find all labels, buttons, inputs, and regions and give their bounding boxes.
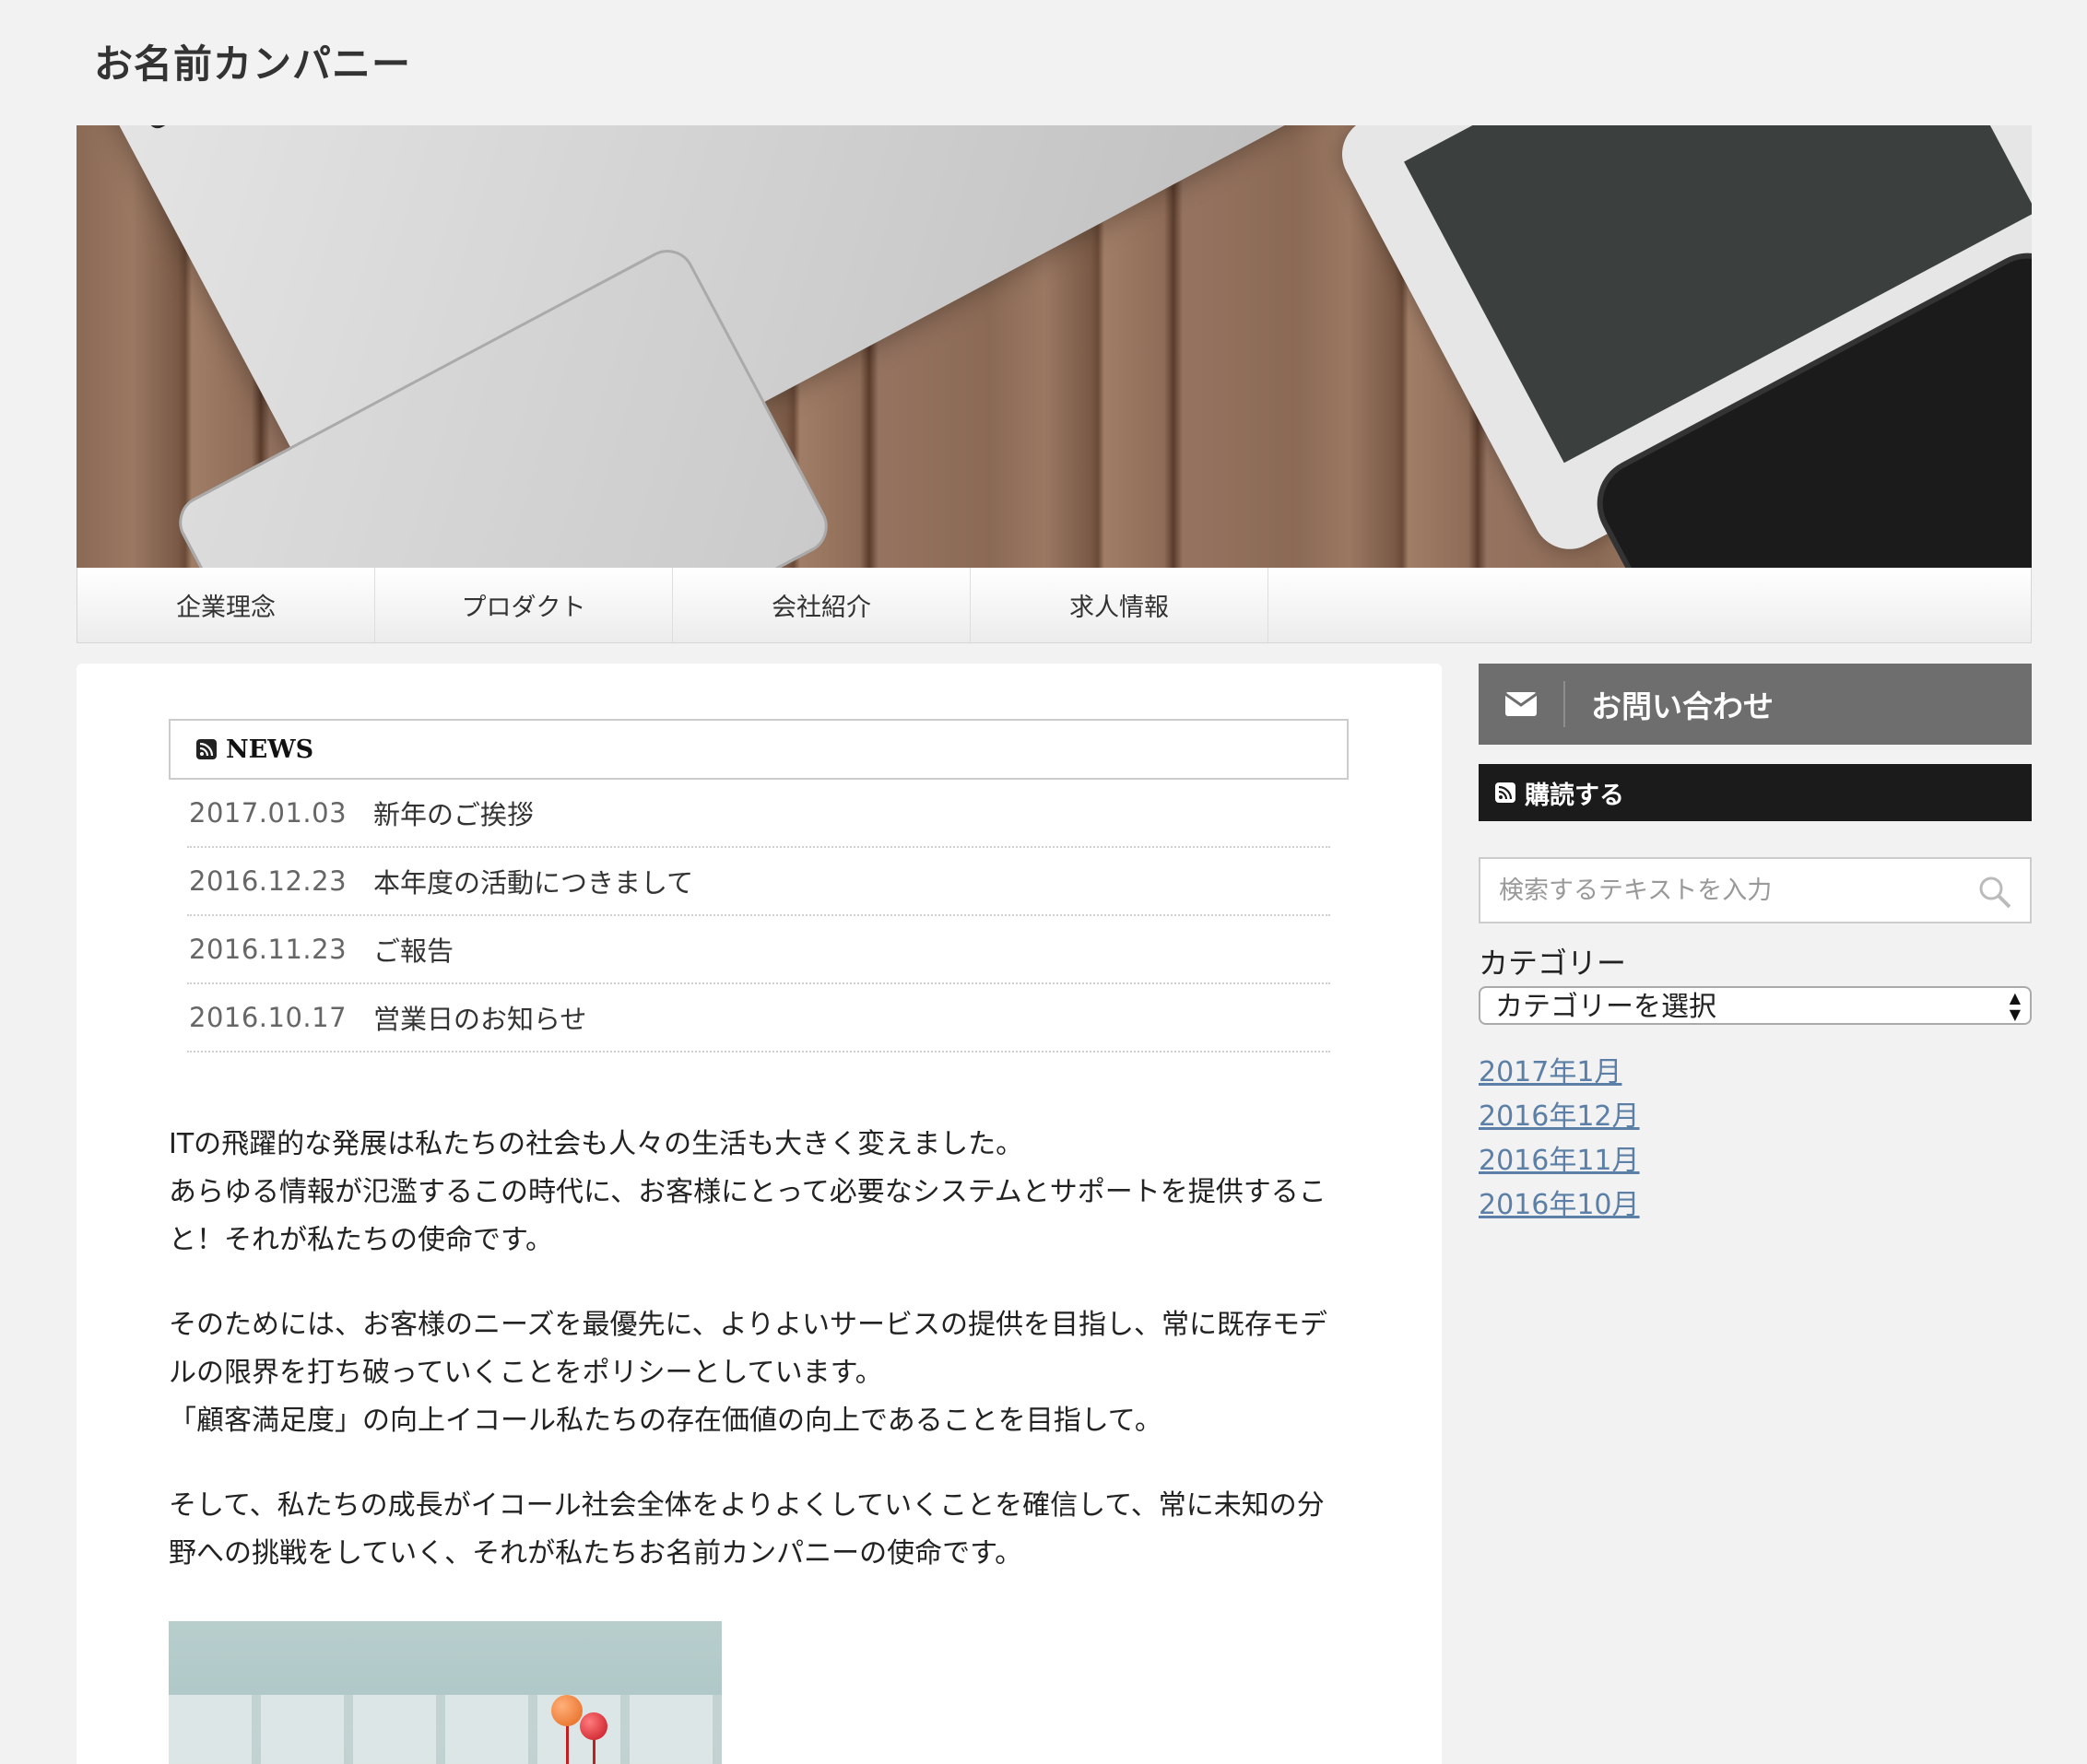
archive-link[interactable]: 2016年10月 [1479,1183,1640,1228]
text-line: と！それが私たちの使命です。 [169,1224,553,1256]
search-input[interactable] [1480,859,1962,922]
paragraph: そのためには、お客様のニーズを最優先に、よりよいサービスの提供を目指し、常に既存… [169,1301,1367,1445]
category-select-value: カテゴリーを選択 [1495,991,1716,1023]
subscribe-label: 購読する [1525,781,1624,810]
text-line: そのためには、お客様のニーズを最優先に、よりよいサービスの提供を目指し、常に既存… [169,1309,1327,1341]
paragraph: ITの飛躍的な発展は私たちの社会も人々の生活も大きく変えました。 あらゆる情報が… [169,1121,1367,1264]
main-content: NEWS 2017.01.03 新年のご挨拶 2016.12.23 本年度の活動… [77,664,1442,1764]
pin-graphic [551,1695,583,1726]
archive-link[interactable]: 2017年1月 [1479,1051,1640,1095]
mail-icon [1479,692,1563,716]
nav-item-product[interactable]: プロダクト [375,568,673,642]
contact-button[interactable]: お問い合わせ [1479,664,2032,745]
content-image [169,1621,722,1764]
archive-list: 2017年1月 2016年12月 2016年11月 2016年10月 [1479,1051,1640,1228]
text-line: あらゆる情報が氾濫するこの時代に、お客様にとって必要なシステムとサポートを提供す… [169,1176,1326,1208]
news-item: 2016.10.17 営業日のお知らせ [187,984,1330,1053]
news-item: 2016.12.23 本年度の活動につきまして [187,848,1330,916]
text-line: 野への挑戦をしていく、それが私たちお名前カンパニーの使命です。 [169,1537,1023,1570]
intro-text: ITの飛躍的な発展は私たちの社会も人々の生活も大きく変えました。 あらゆる情報が… [169,1121,1367,1615]
news-title-link[interactable]: 営業日のお知らせ [373,998,586,1037]
news-date: 2017.01.03 [189,797,348,829]
news-item: 2016.11.23 ご報告 [187,916,1330,984]
nav-item-philosophy[interactable]: 企業理念 [77,568,375,642]
news-item: 2017.01.03 新年のご挨拶 [187,780,1330,848]
text-line: ルの限界を打ち破っていくことをポリシーとしています。 [169,1357,883,1389]
archive-link[interactable]: 2016年11月 [1479,1139,1640,1183]
news-title-link[interactable]: 本年度の活動につきまして [373,862,693,900]
news-heading-label: NEWS [226,735,314,764]
text-line: 「顧客満足度」の向上イコール私たちの存在価値の向上であることを目指して。 [169,1405,1162,1437]
pin-graphic [580,1712,607,1740]
search-box [1479,857,2032,923]
category-select[interactable]: カテゴリーを選択 ▲ ▼ [1479,986,2032,1025]
rss-icon [196,739,217,759]
archive-link[interactable]: 2016年12月 [1479,1095,1640,1139]
text-line: そして、私たちの成長がイコール社会全体をよりよくしていくことを確信して、常に未知… [169,1489,1325,1522]
search-icon[interactable] [1978,876,2011,912]
keycap: V [119,125,217,130]
news-heading: NEWS [169,719,1349,780]
nav-item-recruit[interactable]: 求人情報 [971,568,1268,642]
rss-icon [1495,782,1515,803]
main-nav: 企業理念 プロダクト 会社紹介 求人情報 [77,568,2032,643]
text-line: ITの飛躍的な発展は私たちの社会も人々の生活も大きく変えました。 [169,1128,1024,1160]
category-label: カテゴリー [1479,946,1627,981]
contact-label: お問い合わせ [1591,688,1774,724]
news-date: 2016.10.17 [189,1002,348,1033]
nav-item-company[interactable]: 会社紹介 [673,568,971,642]
subscribe-button[interactable]: 購読する [1479,764,2032,821]
select-arrows-icon: ▲ ▼ [2009,989,2021,1023]
paragraph: そして、私たちの成長がイコール社会全体をよりよくしていくことを確信して、常に未知… [169,1482,1367,1578]
news-date: 2016.12.23 [189,865,348,897]
header-image: G H N M B V ⌘ [77,125,2032,568]
news-title-link[interactable]: ご報告 [373,930,454,969]
news-list: 2017.01.03 新年のご挨拶 2016.12.23 本年度の活動につきまし… [187,780,1330,1053]
news-title-link[interactable]: 新年のご挨拶 [373,794,534,832]
news-date: 2016.11.23 [189,934,348,965]
site-title[interactable]: お名前カンパニー [94,33,411,89]
